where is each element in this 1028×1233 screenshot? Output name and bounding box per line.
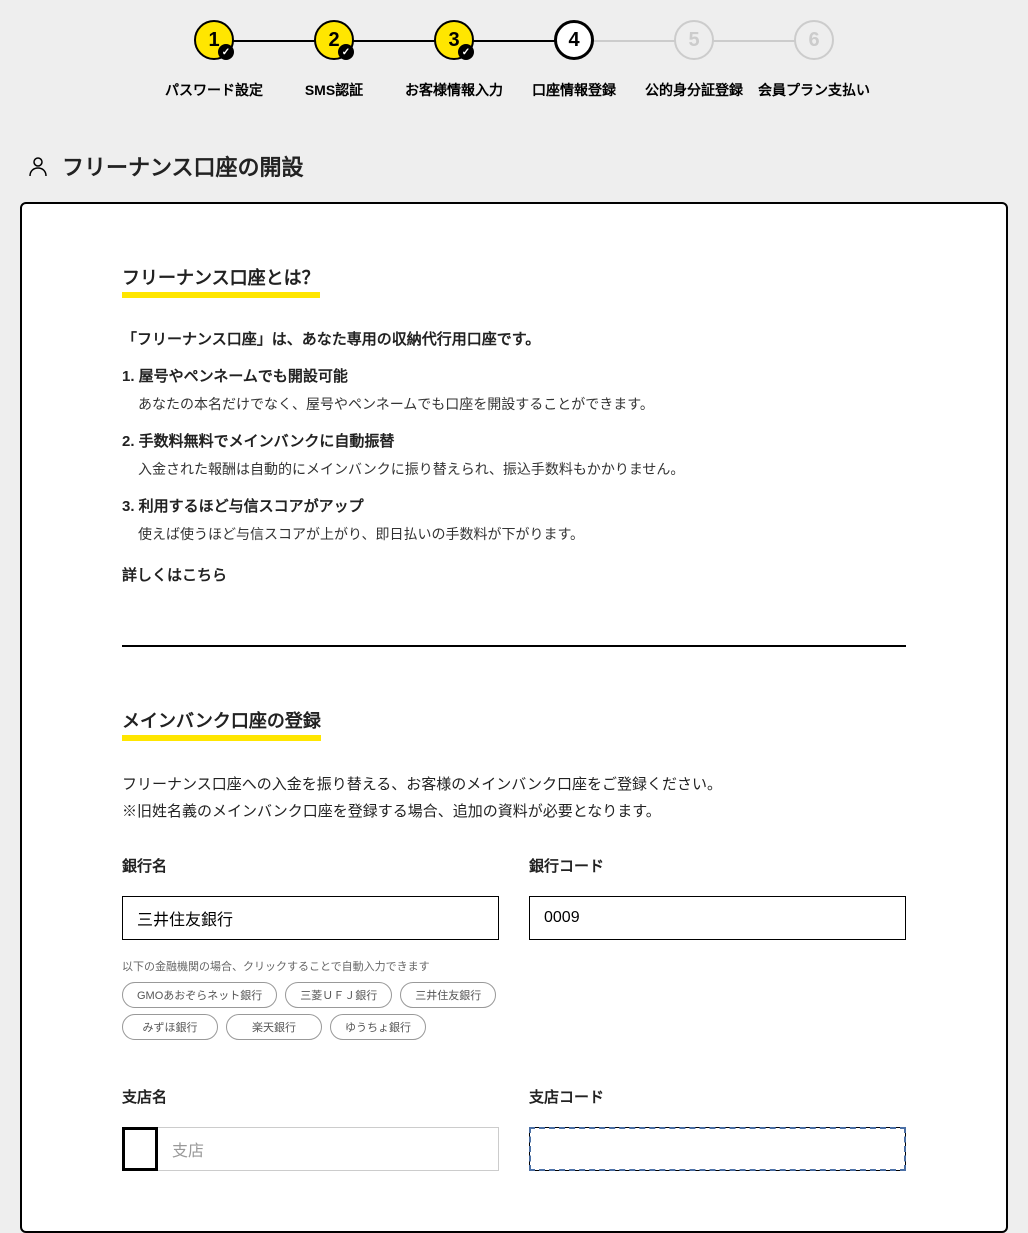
step-num: 6 — [808, 29, 819, 52]
bank-name-group: 銀行名 以下の金融機関の場合、クリックすることで自動入力できます GMOあおぞら… — [122, 855, 499, 1046]
branch-input-wrap — [122, 1127, 499, 1171]
bank-name-label: 銀行名 — [122, 855, 499, 876]
benefit-1-title: 1. 屋号やペンネームでも開設可能 — [122, 365, 906, 386]
section-desc: フリーナンス口座への入金を振り替える、お客様のメインバンク口座をご登録ください。… — [122, 771, 906, 825]
branch-row: 支店名 支店コード — [122, 1086, 906, 1171]
bank-row: 銀行名 以下の金融機関の場合、クリックすることで自動入力できます GMOあおぞら… — [122, 855, 906, 1046]
intro-text: 「フリーナンス口座」は、あなた専用の収納代行用口座です。 — [122, 328, 906, 349]
branch-name-input[interactable] — [158, 1127, 499, 1171]
main-bank-section: メインバンク口座の登録 フリーナンス口座への入金を振り替える、お客様のメインバン… — [122, 707, 906, 1171]
section-heading-mainbank: メインバンク口座の登録 — [122, 707, 321, 741]
section-heading-about: フリーナンス口座とは？ — [122, 264, 320, 298]
page-title: フリーナンス口座の開設 — [62, 150, 304, 182]
branch-prefix-box[interactable] — [122, 1127, 158, 1171]
bank-chip-mufg[interactable]: 三菱ＵＦＪ銀行 — [285, 982, 392, 1008]
step-circle-5: 5 — [674, 20, 714, 60]
benefit-2-title: 2. 手数料無料でメインバンクに自動振替 — [122, 430, 906, 451]
step-num: 4 — [568, 29, 579, 52]
about-section: フリーナンス口座とは？ 「フリーナンス口座」は、あなた専用の収納代行用口座です。… — [122, 264, 906, 585]
step-3: 3 ✓ お客様情報入力 — [394, 20, 514, 100]
step-5: 5 公的身分証登録 — [634, 20, 754, 100]
bank-chip-gmo[interactable]: GMOあおぞらネット銀行 — [122, 982, 277, 1008]
progress-stepper: 1 ✓ パスワード設定 2 ✓ SMS認証 3 ✓ お客様情報入力 4 口座情報… — [0, 0, 1028, 110]
step-circle-2: 2 ✓ — [314, 20, 354, 60]
chip-row-2: みずほ銀行 楽天銀行 ゆうちょ銀行 — [122, 1014, 499, 1040]
step-circle-3: 3 ✓ — [434, 20, 474, 60]
bank-chip-rakuten[interactable]: 楽天銀行 — [226, 1014, 322, 1040]
section-divider — [122, 645, 906, 647]
benefit-3-title: 3. 利用するほど与信スコアがアップ — [122, 495, 906, 516]
bank-chip-smbc[interactable]: 三井住友銀行 — [400, 982, 496, 1008]
branch-code-input[interactable] — [529, 1127, 906, 1171]
page-title-section: フリーナンス口座の開設 — [0, 110, 1028, 202]
check-icon: ✓ — [338, 44, 354, 60]
step-label: お客様情報入力 — [405, 80, 503, 100]
step-4: 4 口座情報登録 — [514, 20, 634, 100]
person-icon — [26, 154, 50, 178]
bank-chip-yucho[interactable]: ゆうちょ銀行 — [330, 1014, 426, 1040]
bank-code-label: 銀行コード — [529, 855, 906, 876]
benefit-2-desc: 入金された報酬は自動的にメインバンクに振り替えられ、振込手数料もかかりません。 — [138, 459, 906, 479]
step-label: 公的身分証登録 — [645, 80, 743, 100]
check-icon: ✓ — [218, 44, 234, 60]
check-icon: ✓ — [458, 44, 474, 60]
branch-code-label: 支店コード — [529, 1086, 906, 1107]
details-link[interactable]: 詳しくはこちら — [122, 564, 906, 585]
chip-row-1: GMOあおぞらネット銀行 三菱ＵＦＪ銀行 三井住友銀行 — [122, 982, 499, 1008]
step-label: 会員プラン支払い — [758, 80, 870, 100]
step-label: パスワード設定 — [165, 80, 263, 100]
content-card: フリーナンス口座とは？ 「フリーナンス口座」は、あなた専用の収納代行用口座です。… — [20, 202, 1008, 1233]
benefit-1-desc: あなたの本名だけでなく、屋号やペンネームでも口座を開設することができます。 — [138, 394, 906, 414]
step-label: SMS認証 — [305, 80, 363, 100]
step-num: 5 — [688, 29, 699, 52]
benefit-3-desc: 使えば使うほど与信スコアが上がり、即日払いの手数料が下がります。 — [138, 524, 906, 544]
desc-line-1: フリーナンス口座への入金を振り替える、お客様のメインバンク口座をご登録ください。 — [122, 771, 906, 798]
step-label: 口座情報登録 — [532, 80, 616, 100]
branch-name-group: 支店名 — [122, 1086, 499, 1171]
desc-line-2: ※旧姓名義のメインバンク口座を登録する場合、追加の資料が必要となります。 — [122, 798, 906, 825]
step-circle-6: 6 — [794, 20, 834, 60]
bank-chip-mizuho[interactable]: みずほ銀行 — [122, 1014, 218, 1040]
step-circle-4: 4 — [554, 20, 594, 60]
bank-code-group: 銀行コード — [529, 855, 906, 1046]
bank-name-input[interactable] — [122, 896, 499, 940]
step-circle-1: 1 ✓ — [194, 20, 234, 60]
step-6: 6 会員プラン支払い — [754, 20, 874, 100]
step-1: 1 ✓ パスワード設定 — [154, 20, 274, 100]
quick-fill-label: 以下の金融機関の場合、クリックすることで自動入力できます — [122, 958, 499, 974]
step-2: 2 ✓ SMS認証 — [274, 20, 394, 100]
branch-code-group: 支店コード — [529, 1086, 906, 1171]
bank-code-input[interactable] — [529, 896, 906, 940]
branch-name-label: 支店名 — [122, 1086, 499, 1107]
